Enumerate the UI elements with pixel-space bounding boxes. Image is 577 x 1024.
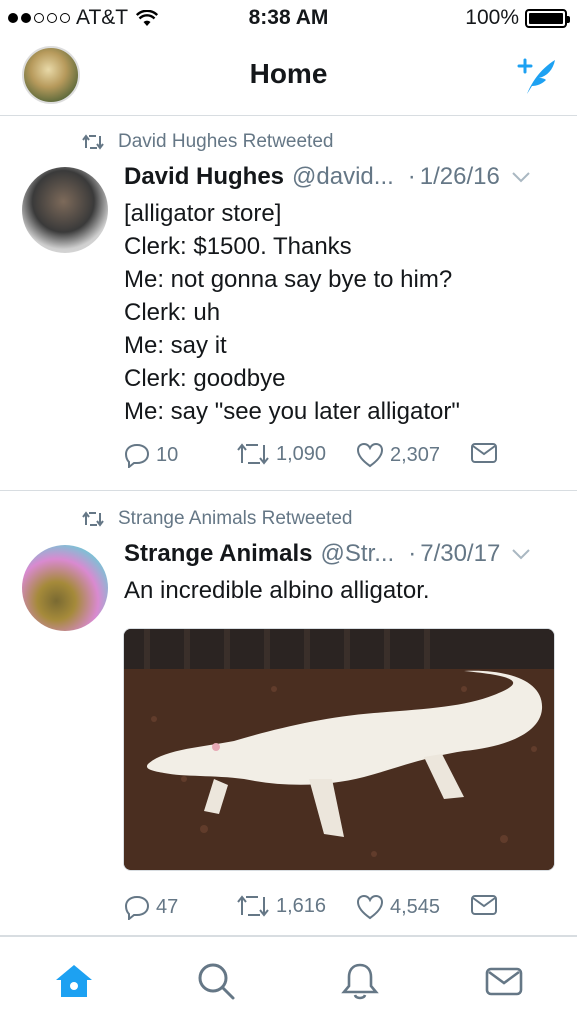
- retweet-icon: [237, 895, 269, 917]
- retweet-count: 1,090: [276, 442, 327, 465]
- tweet-line: An incredible albino alligator.: [124, 577, 430, 604]
- envelope-icon: [471, 895, 497, 915]
- envelope-icon: [471, 443, 497, 463]
- home-icon[interactable]: [52, 959, 96, 1003]
- navigation-bar: Home: [0, 38, 577, 116]
- reply-button[interactable]: 47: [124, 894, 178, 920]
- heart-icon: [356, 442, 384, 468]
- reply-button[interactable]: 10: [124, 442, 178, 468]
- status-right: 100%: [465, 6, 570, 30]
- direct-message-button[interactable]: [470, 442, 504, 464]
- retweet-icon: [82, 134, 104, 150]
- retweet-count: 1,616: [276, 894, 327, 917]
- tweet[interactable]: David Hughes Retweeted David Hughes @dav…: [0, 117, 577, 491]
- retweet-context: David Hughes Retweeted: [82, 131, 333, 153]
- tweet-line: Clerk: goodbye: [124, 365, 286, 392]
- like-button[interactable]: 4,545: [356, 894, 440, 920]
- heart-icon: [356, 894, 384, 920]
- tweet-text: An incredible albino alligator.: [124, 574, 430, 607]
- author-avatar[interactable]: [22, 545, 108, 631]
- author-handle[interactable]: @Str...: [321, 540, 395, 568]
- battery-percent: 100%: [465, 6, 519, 29]
- retweet-button[interactable]: 1,090: [236, 442, 326, 466]
- search-icon[interactable]: [194, 959, 238, 1003]
- chevron-down-icon[interactable]: [511, 171, 531, 183]
- retweet-icon: [82, 511, 104, 527]
- tweet-line: Me: say "see you later alligator": [124, 398, 460, 425]
- compose-tweet-icon[interactable]: [513, 52, 559, 98]
- direct-message-button[interactable]: [470, 894, 504, 916]
- like-count: 4,545: [390, 895, 441, 918]
- tweet-line: Clerk: $1500. Thanks: [124, 233, 352, 260]
- retweet-button[interactable]: 1,616: [236, 894, 326, 918]
- reply-count: 10: [156, 443, 179, 466]
- tweet-media-image[interactable]: [123, 628, 555, 871]
- tweet-date: 1/26/16: [419, 163, 500, 190]
- tweet-actions: 10 1,090 2,307: [124, 442, 544, 472]
- like-count: 2,307: [390, 443, 441, 466]
- reply-icon: [124, 895, 150, 920]
- tweet-header: Strange Animals @Str... · 7/30/17: [124, 540, 553, 568]
- tweet-header: David Hughes @david... · 1/26/16: [124, 163, 553, 191]
- tweet-actions: 47 1,616 4,545: [124, 894, 544, 924]
- status-bar: AT&T 8:38 AM 100%: [0, 0, 577, 38]
- albino-alligator-photo: [124, 629, 554, 870]
- reply-count: 47: [156, 895, 179, 918]
- page-title: Home: [249, 58, 328, 89]
- tweet-line: [alligator store]: [124, 200, 282, 227]
- author-avatar[interactable]: [22, 167, 108, 253]
- notifications-icon[interactable]: [338, 959, 382, 1003]
- tweet-line: Me: not gonna say bye to him?: [124, 266, 453, 293]
- messages-icon[interactable]: [482, 959, 526, 1003]
- tweet-line: Me: say it: [124, 332, 227, 359]
- retweeted-by-label: David Hughes Retweeted: [118, 131, 334, 152]
- author-name[interactable]: David Hughes: [124, 163, 284, 191]
- retweet-icon: [237, 443, 269, 465]
- tweet-line: Clerk: uh: [124, 299, 221, 326]
- tweet-text: [alligator store] Clerk: $1500. Thanks M…: [124, 197, 460, 428]
- like-button[interactable]: 2,307: [356, 442, 440, 468]
- chevron-down-icon[interactable]: [511, 548, 531, 560]
- tweet-date: 7/30/17: [420, 540, 501, 567]
- author-name[interactable]: Strange Animals: [124, 540, 313, 568]
- retweeted-by-label: Strange Animals Retweeted: [118, 508, 353, 529]
- author-handle[interactable]: @david...: [292, 163, 394, 191]
- tab-bar: [0, 936, 577, 1024]
- reply-icon: [124, 443, 150, 468]
- battery-icon: [525, 8, 570, 28]
- retweet-context: Strange Animals Retweeted: [82, 508, 352, 530]
